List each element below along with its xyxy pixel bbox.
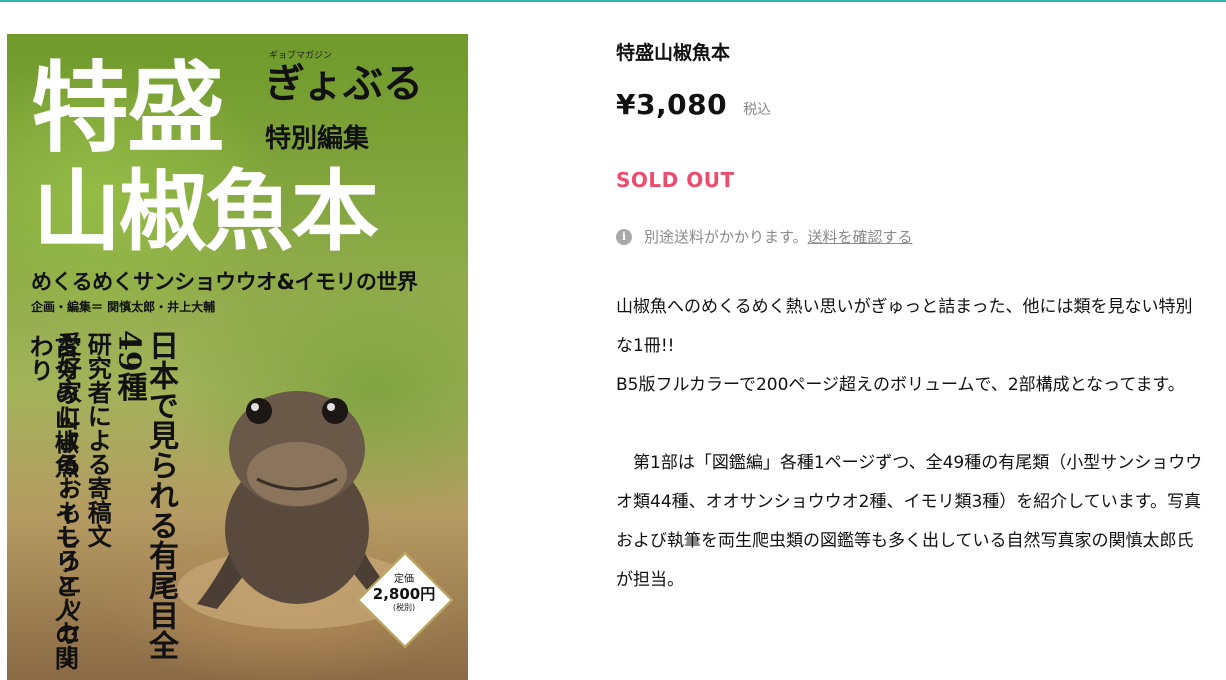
product-title: 特盛山椒魚本 <box>616 42 731 64</box>
cover-editors: 企画・編集＝ 関慎太郎・井上大輔 <box>31 300 216 314</box>
description-paragraph: B5版フルカラーで200ページ超えのボリュームで、2部構成となってます。 <box>616 375 1185 395</box>
shipping-notice: i 別途送料がかかります。 送料を確認する <box>616 226 913 247</box>
cover-vertical-line-1: 日本で見られる有尾目全49種 <box>111 330 179 660</box>
cover-brand: ぎょぶる <box>265 61 423 107</box>
description-paragraph: 第1部は「図鑑編」各種1ページずつ、全49種の有尾類（小型サンショウウオ類44種… <box>616 453 1203 590</box>
info-icon: i <box>616 228 632 245</box>
product-image[interactable]: 特盛 山椒魚本 ギョブマガジン ぎょぶる 特別編集 めくるめくサンショウウオ&イ… <box>7 34 468 680</box>
cover-price-value: 2,800円 <box>372 584 436 603</box>
cover-price-label: 定価 <box>394 574 414 585</box>
top-accent-rule <box>0 0 1226 2</box>
tax-included-label: 税込 <box>743 102 772 118</box>
description-paragraph: 山椒魚へのめくるめく熱い思いがぎゅっと詰まった、他には類を見ない特別な1冊!! <box>616 297 1193 356</box>
cover-special-edition: 特別編集 <box>265 124 370 154</box>
cover-title-line1: 特盛 <box>31 52 225 166</box>
cover-vertical-line-2: 研究者による寄稿文 <box>83 332 113 548</box>
product-price: ¥3,080 <box>616 88 728 121</box>
price-row: ¥3,080 税込 <box>616 88 771 121</box>
shipping-link[interactable]: 送料を確認する <box>808 226 913 247</box>
cover-price-note: (税別) <box>392 602 416 612</box>
cover-subtitle: めくるめくサンショウウオ&イモリの世界 <box>31 270 418 294</box>
cover-title-line2: 山椒魚本 <box>33 160 379 263</box>
product-description: 山椒魚へのめくるめく熱い思いがぎゅっと詰まった、他には類を見ない特別な1冊!! … <box>616 288 1206 600</box>
cover-vertical-line-4: 古今の山椒魚・イモリと人の関わり <box>25 334 80 670</box>
sold-out-status: SOLD OUT <box>616 168 735 192</box>
shipping-text: 別途送料がかかります。 <box>644 228 808 246</box>
cover-brand-kana: ギョブマガジン <box>269 51 333 61</box>
cover-price-text: 定価 2,800円 (税別) <box>363 574 445 612</box>
